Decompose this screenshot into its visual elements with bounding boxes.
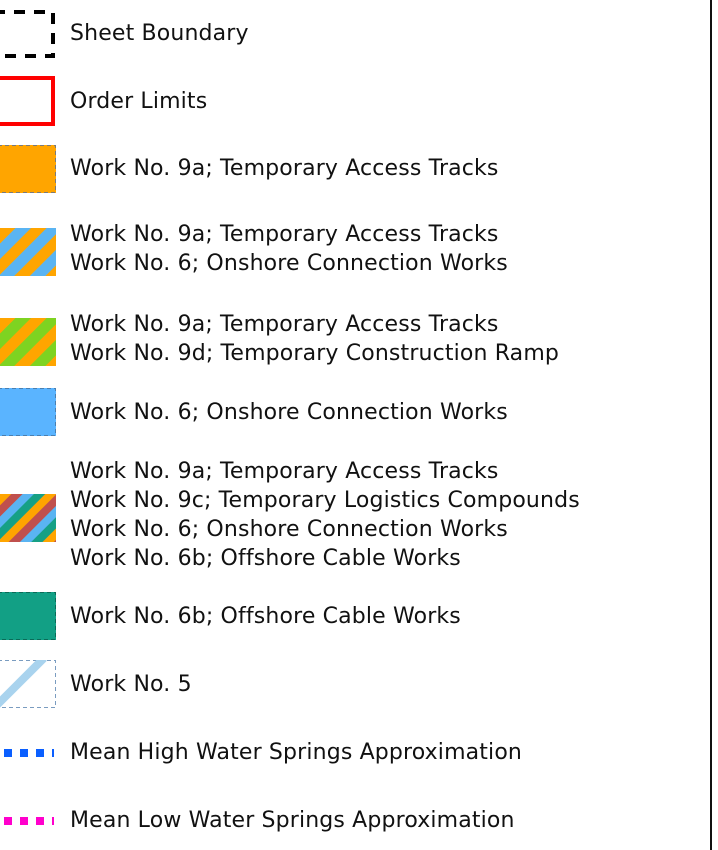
legend-label: Mean Low Water Springs Approximation xyxy=(70,808,515,833)
work-6-swatch xyxy=(0,388,56,436)
work-9a-9d-swatch xyxy=(0,318,56,366)
work-9a-swatch xyxy=(0,145,56,193)
legend-item-work-6: Work No. 6; Onshore Connection Works xyxy=(0,388,700,436)
work-9a-9c-6-6b-swatch xyxy=(0,494,56,542)
legend-item-mlws: Mean Low Water Springs Approximation xyxy=(0,808,700,838)
map-frame-line xyxy=(710,0,712,850)
legend-label: Work No. 9a; Temporary Access Tracks Wor… xyxy=(70,312,560,366)
legend-label: Sheet Boundary xyxy=(70,21,249,46)
legend-label: Work No. 9a; Temporary Access Tracks xyxy=(70,156,499,181)
legend-label: Work No. 6; Onshore Connection Works xyxy=(70,400,508,425)
mhws-line-symbol xyxy=(0,740,56,770)
legend-item-work-6b: Work No. 6b; Offshore Cable Works xyxy=(0,592,700,640)
map-legend: Sheet Boundary Order Limits Work No. 9a;… xyxy=(0,0,700,850)
legend-item-sheet-boundary: Sheet Boundary xyxy=(0,10,700,58)
legend-item-work-5: Work No. 5 xyxy=(0,660,700,708)
legend-label: Work No. 9a; Temporary Access Tracks Wor… xyxy=(70,222,508,276)
work-5-swatch xyxy=(0,660,56,708)
legend-item-work-9a-6: Work No. 9a; Temporary Access Tracks Wor… xyxy=(0,220,700,280)
sheet-boundary-symbol xyxy=(0,10,56,58)
work-9a-6-swatch xyxy=(0,228,56,276)
mlws-line-symbol xyxy=(0,808,56,838)
order-limits-symbol xyxy=(0,76,56,126)
legend-item-work-9a: Work No. 9a; Temporary Access Tracks xyxy=(0,145,700,193)
legend-item-order-limits: Order Limits xyxy=(0,76,700,126)
legend-label: Work No. 9a; Temporary Access Tracks Wor… xyxy=(70,459,580,571)
legend-item-work-9a-9d: Work No. 9a; Temporary Access Tracks Wor… xyxy=(0,310,700,370)
legend-label: Order Limits xyxy=(70,89,208,114)
legend-item-work-9a-9c-6-6b: Work No. 9a; Temporary Access Tracks Wor… xyxy=(0,456,700,576)
legend-label: Work No. 6b; Offshore Cable Works xyxy=(70,604,461,629)
legend-label: Work No. 5 xyxy=(70,672,192,697)
legend-item-mhws: Mean High Water Springs Approximation xyxy=(0,740,700,770)
legend-label: Mean High Water Springs Approximation xyxy=(70,740,523,765)
work-6b-swatch xyxy=(0,592,56,640)
